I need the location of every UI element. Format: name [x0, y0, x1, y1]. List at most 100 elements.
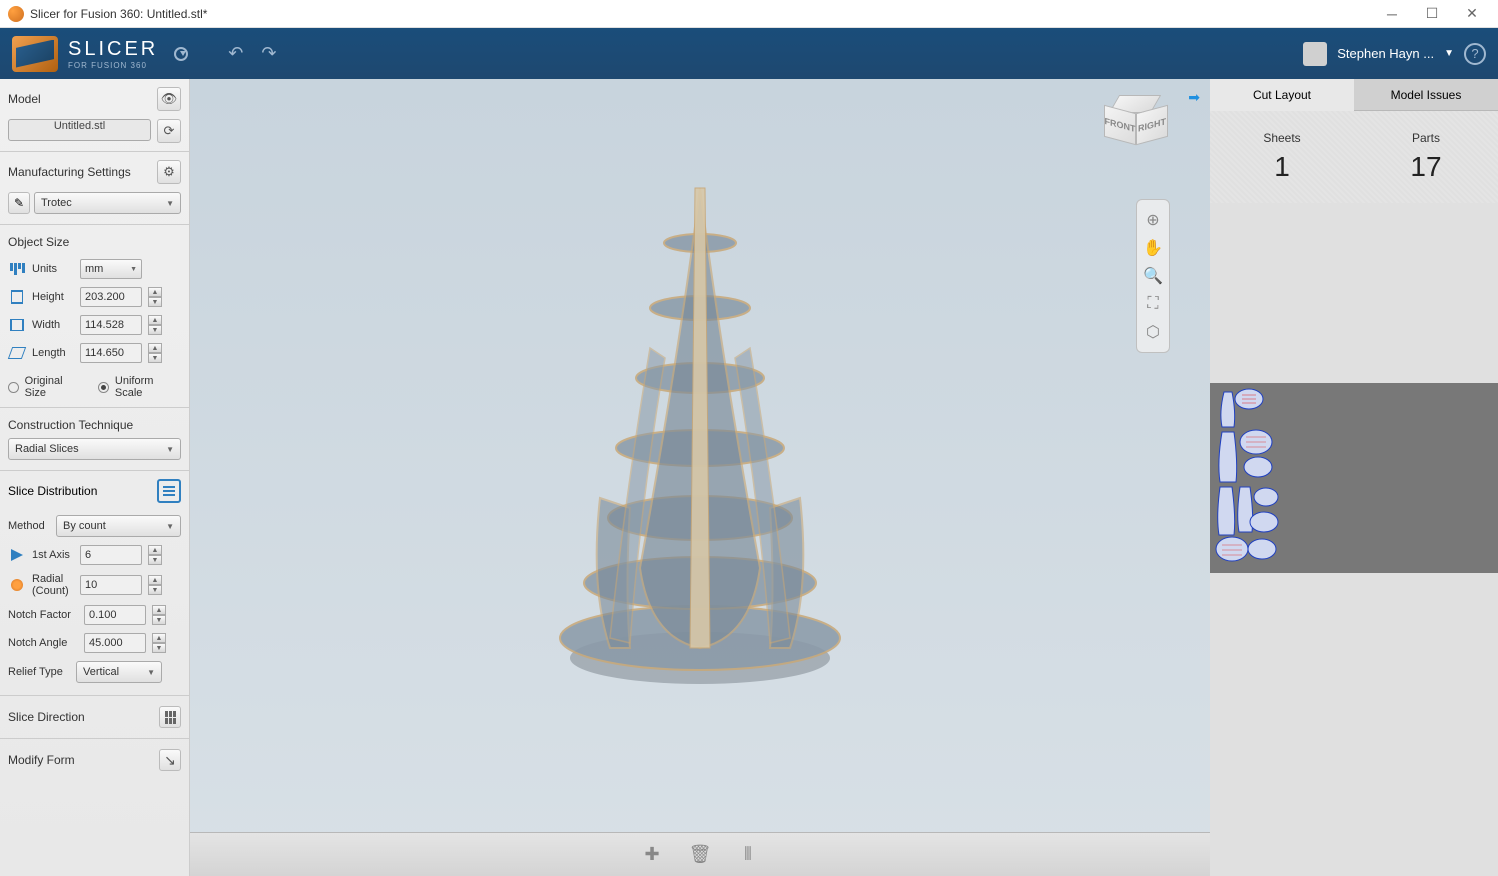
radial-down[interactable]: ▼	[148, 585, 162, 595]
orbit-tool[interactable]: ⊕	[1137, 206, 1169, 234]
viewport-bottom-toolbar: ✚ 🗑 ⦀	[190, 832, 1210, 876]
reload-button[interactable]: ⟳	[157, 119, 181, 143]
modify-form-label: Modify Form	[8, 753, 75, 767]
notch-factor-down[interactable]: ▼	[152, 615, 166, 625]
tab-model-issues[interactable]: Model Issues	[1354, 79, 1498, 111]
viewport[interactable]: ➡ FRONT RIGHT ⊕ ✋ 🔍 ⛶ ⬡	[190, 79, 1210, 876]
parts-label: Parts	[1354, 131, 1498, 145]
model-file-field[interactable]: Untitled.stl	[8, 119, 151, 141]
pan-tool[interactable]: ✋	[1137, 234, 1169, 262]
notch-factor-label: Notch Factor	[8, 609, 78, 621]
slice-direction-label: Slice Direction	[8, 710, 85, 724]
manufacturing-preset-dropdown[interactable]: Trotec	[34, 192, 181, 214]
height-label: Height	[32, 291, 74, 303]
slice-direction-section[interactable]: Slice Direction	[0, 695, 189, 738]
modify-form-section[interactable]: Modify Form ↘	[0, 738, 189, 781]
width-up[interactable]: ▲	[148, 315, 162, 325]
visibility-toggle-button[interactable]: 👁	[157, 87, 181, 111]
notch-angle-down[interactable]: ▼	[152, 643, 166, 653]
minimize-button[interactable]: ─	[1382, 4, 1402, 24]
slice-distribution-label: Slice Distribution	[8, 484, 97, 498]
logo-text-main: SLICER	[68, 38, 158, 61]
app-menu-dropdown[interactable]	[174, 47, 188, 61]
display-settings-tool[interactable]: ⬡	[1137, 318, 1169, 346]
cut-layout-parts-icon	[1214, 387, 1284, 567]
logo: SLICER FOR FUSION 360	[12, 36, 188, 72]
radial-up[interactable]: ▲	[148, 575, 162, 585]
axis-1-icon	[11, 549, 23, 561]
units-label: Units	[32, 263, 74, 275]
edit-settings-button[interactable]: ✎	[8, 192, 30, 214]
help-button[interactable]: ?	[1464, 43, 1486, 65]
zoom-tool[interactable]: 🔍	[1137, 262, 1169, 290]
axis1-up[interactable]: ▲	[148, 545, 162, 555]
export-icon[interactable]: ➡	[1188, 89, 1200, 106]
axis-1-input[interactable]: 6	[80, 545, 142, 565]
length-icon	[8, 347, 26, 359]
cut-layout-preview[interactable]	[1210, 383, 1498, 573]
length-label: Length	[32, 347, 74, 359]
radial-input[interactable]: 10	[80, 575, 142, 595]
relief-type-label: Relief Type	[8, 666, 70, 678]
parts-value: 17	[1354, 151, 1498, 183]
width-label: Width	[32, 319, 74, 331]
notch-factor-up[interactable]: ▲	[152, 605, 166, 615]
object-size-label: Object Size	[0, 225, 189, 255]
add-tool[interactable]: ✚	[637, 840, 667, 870]
app-header: SLICER FOR FUSION 360 ↶ ↷ Stephen Hayn .…	[0, 28, 1498, 79]
left-sidebar: Model 👁 Untitled.stl ⟳ Manufacturing Set…	[0, 79, 190, 876]
method-dropdown[interactable]: By count	[56, 515, 181, 537]
user-avatar[interactable]	[1303, 42, 1327, 66]
tab-cut-layout[interactable]: Cut Layout	[1210, 79, 1354, 111]
window-title: Slicer for Fusion 360: Untitled.stl*	[30, 7, 1382, 21]
logo-text-sub: FOR FUSION 360	[68, 61, 158, 70]
sheets-label: Sheets	[1210, 131, 1354, 145]
close-button[interactable]: ✕	[1462, 4, 1482, 24]
user-name: Stephen Hayn ...	[1337, 46, 1434, 61]
units-icon	[10, 263, 25, 275]
axis-1-label: 1st Axis	[32, 549, 74, 561]
slice-distribution-mode-button[interactable]	[157, 479, 181, 503]
right-panel: Cut Layout Model Issues Sheets 1 Parts 1…	[1210, 79, 1498, 876]
height-down[interactable]: ▼	[148, 297, 162, 307]
slice-direction-icon	[159, 706, 181, 728]
model-3d-preview	[540, 148, 860, 708]
modify-form-icon: ↘	[159, 749, 181, 771]
length-down[interactable]: ▼	[148, 353, 162, 363]
length-up[interactable]: ▲	[148, 343, 162, 353]
notch-factor-input[interactable]: 0.100	[84, 605, 146, 625]
notch-angle-input[interactable]: 45.000	[84, 633, 146, 653]
model-section-label: Model	[8, 92, 41, 106]
stats-bar: Sheets 1 Parts 17	[1210, 111, 1498, 203]
width-input[interactable]: 114.528	[80, 315, 142, 335]
user-menu-dropdown[interactable]: ▼	[1444, 48, 1454, 59]
width-down[interactable]: ▼	[148, 325, 162, 335]
logo-icon	[12, 36, 58, 72]
original-size-radio[interactable]	[8, 382, 19, 393]
height-up[interactable]: ▲	[148, 287, 162, 297]
units-dropdown[interactable]: mm	[80, 259, 142, 279]
original-size-label: Original Size	[25, 375, 85, 399]
redo-button[interactable]: ↷	[261, 43, 276, 64]
uniform-scale-radio[interactable]	[98, 382, 109, 393]
sliders-tool[interactable]: ⦀	[733, 840, 763, 870]
app-icon	[8, 6, 24, 22]
length-input[interactable]: 114.650	[80, 343, 142, 363]
view-cube-right[interactable]: RIGHT	[1136, 105, 1168, 146]
settings-gear-button[interactable]: ⚙	[157, 160, 181, 184]
maximize-button[interactable]: ☐	[1422, 4, 1442, 24]
construction-technique-dropdown[interactable]: Radial Slices	[8, 438, 181, 460]
radial-label: Radial (Count)	[32, 573, 74, 597]
delete-tool[interactable]: 🗑	[685, 840, 715, 870]
axis1-down[interactable]: ▼	[148, 555, 162, 565]
relief-type-dropdown[interactable]: Vertical	[76, 661, 162, 683]
uniform-scale-label: Uniform Scale	[115, 375, 181, 399]
view-cube[interactable]: FRONT RIGHT	[1104, 95, 1170, 151]
height-input[interactable]: 203.200	[80, 287, 142, 307]
notch-angle-up[interactable]: ▲	[152, 633, 166, 643]
undo-button[interactable]: ↶	[228, 43, 243, 64]
window-titlebar: Slicer for Fusion 360: Untitled.stl* ─ ☐…	[0, 0, 1498, 28]
construction-technique-label: Construction Technique	[0, 408, 189, 438]
fit-tool[interactable]: ⛶	[1137, 290, 1169, 318]
height-icon	[11, 290, 23, 304]
